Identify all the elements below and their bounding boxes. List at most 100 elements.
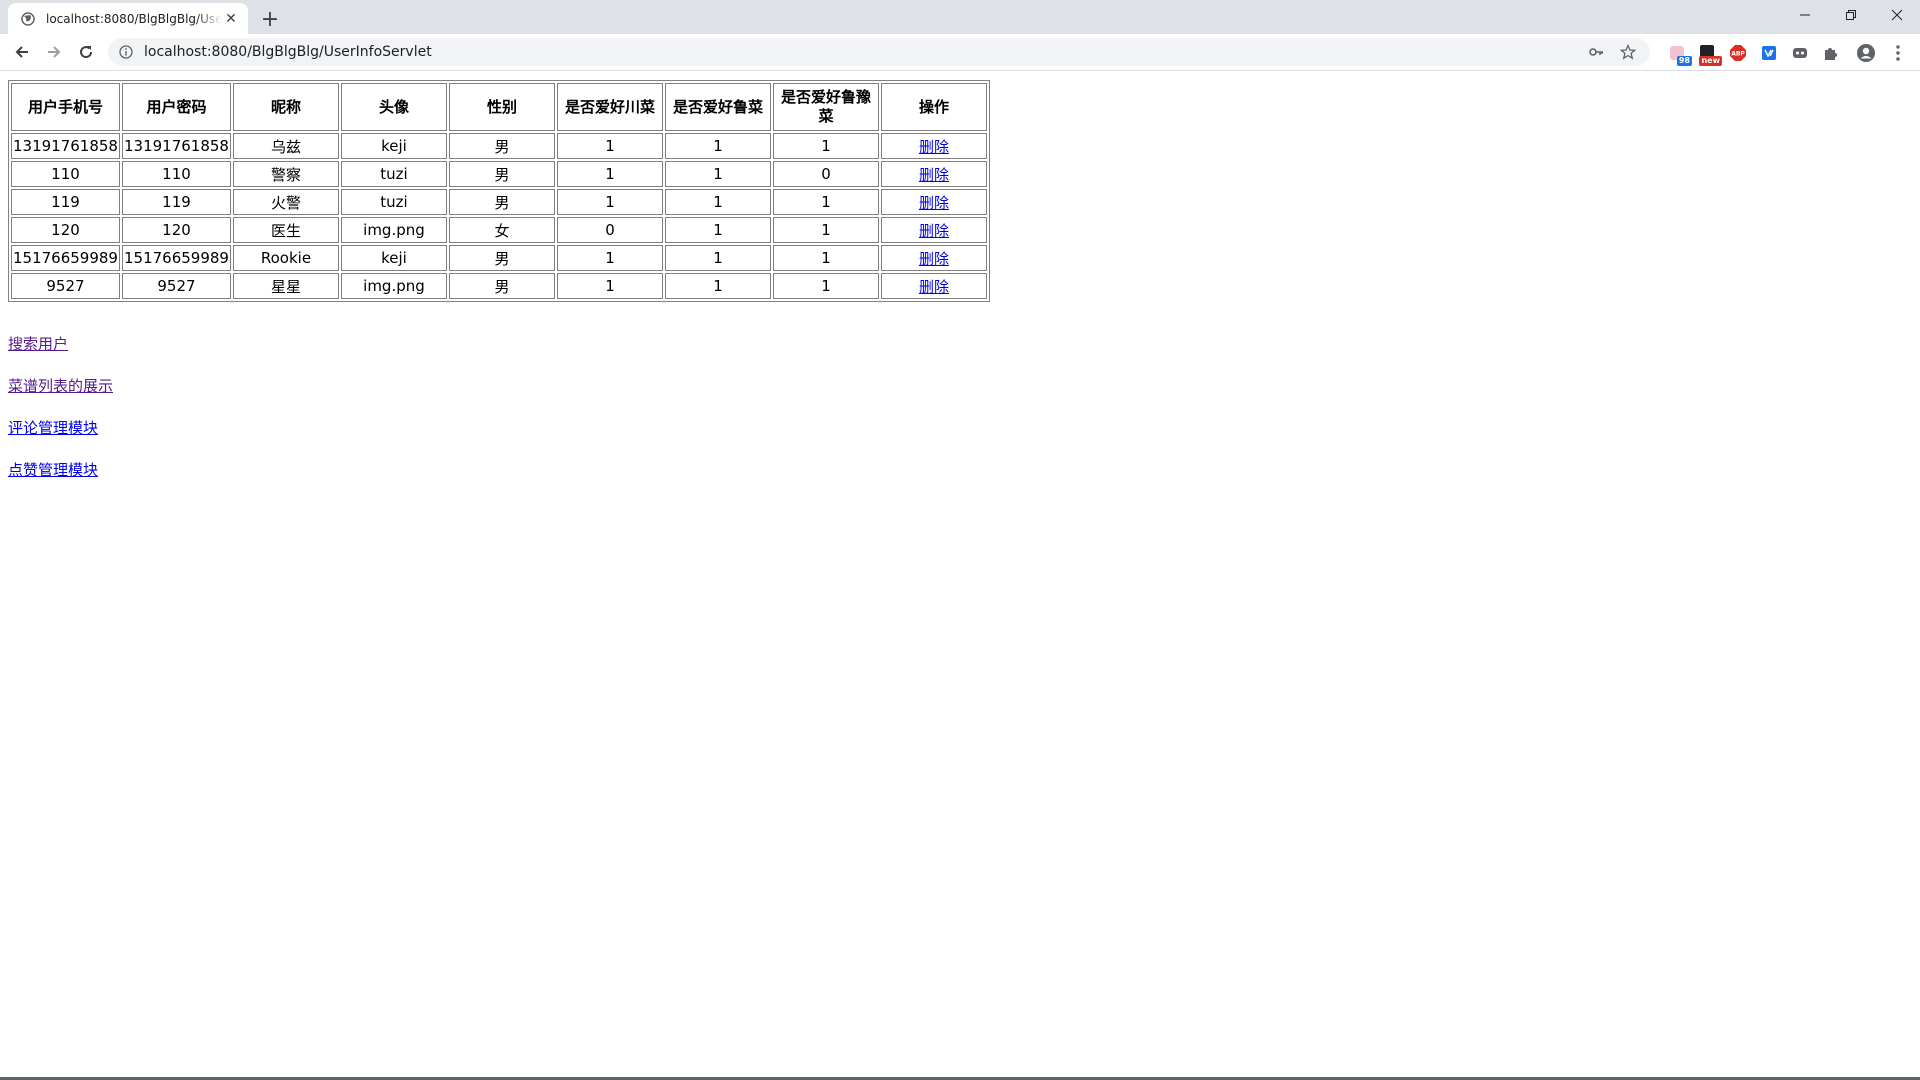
column-header-avatar: 头像	[340, 83, 447, 131]
cell-password: 119	[121, 189, 231, 215]
delete-link[interactable]: 删除	[919, 166, 949, 184]
cell-nickname: 警察	[232, 161, 339, 187]
cell-gender: 男	[448, 273, 555, 299]
search-user-link[interactable]: 搜索用户	[8, 334, 113, 354]
column-header-phone: 用户手机号	[11, 83, 120, 131]
cell-action: 删除	[880, 133, 987, 159]
cell-nickname: 乌兹	[232, 133, 339, 159]
cell-action: 删除	[880, 161, 987, 187]
arrow-right-icon	[48, 46, 61, 58]
cell-lu: 1	[664, 245, 771, 271]
cell-password: 15176659989	[121, 245, 231, 271]
cell-gender: 男	[448, 133, 555, 159]
profile-avatar-icon[interactable]	[1855, 42, 1877, 64]
cell-phone: 13191761858	[11, 133, 120, 159]
close-window-button[interactable]	[1874, 0, 1920, 30]
adblock-plus-icon[interactable]: ABP	[1727, 42, 1749, 64]
cell-lu: 1	[664, 217, 771, 243]
cell-luyu: 1	[772, 245, 879, 271]
restore-button[interactable]	[1828, 0, 1874, 30]
module-links: 搜索用户 菜谱列表的展示 评论管理模块 点赞管理模块	[8, 334, 113, 502]
cell-avatar: img.png	[340, 217, 447, 243]
tab-close-icon[interactable]: ✕	[222, 10, 240, 28]
url-text: localhost:8080/BlgBlgBlg/UserInfoServlet	[144, 44, 432, 60]
cell-lu: 1	[664, 133, 771, 159]
table-row: 13191761858 13191761858 乌兹 keji 男 1 1 1 …	[11, 133, 987, 159]
cell-nickname: 火警	[232, 189, 339, 215]
key-icon[interactable]	[1584, 40, 1608, 64]
cell-phone: 9527	[11, 273, 120, 299]
table-row: 120 120 医生 img.png 女 0 1 1 删除	[11, 217, 987, 243]
column-header-lu: 是否爱好鲁菜	[664, 83, 771, 131]
cell-phone: 110	[11, 161, 120, 187]
cell-password: 120	[121, 217, 231, 243]
cell-lu: 1	[664, 273, 771, 299]
delete-link[interactable]: 删除	[919, 250, 949, 268]
extension-translate-icon[interactable]	[1758, 42, 1780, 64]
info-icon[interactable]	[118, 44, 134, 60]
cell-action: 删除	[880, 217, 987, 243]
cell-avatar: img.png	[340, 273, 447, 299]
cell-password: 13191761858	[121, 133, 231, 159]
forward-button[interactable]	[40, 38, 68, 66]
extension-media-icon[interactable]	[1789, 42, 1811, 64]
extension-new-icon[interactable]: new	[1696, 42, 1722, 66]
cell-luyu: 1	[772, 217, 879, 243]
cell-luyu: 1	[772, 273, 879, 299]
cell-gender: 男	[448, 189, 555, 215]
table-row: 9527 9527 星星 img.png 男 1 1 1 删除	[11, 273, 987, 299]
cell-sichuan: 1	[556, 133, 663, 159]
globe-icon	[20, 11, 36, 27]
back-button[interactable]	[8, 38, 36, 66]
extension-badge: 98	[1676, 56, 1692, 66]
extension-badge: new	[1699, 56, 1722, 66]
tab-strip: localhost:8080/BlgBlgBlg/UserInfoServlet…	[0, 0, 1920, 34]
page-content: 用户手机号 用户密码 昵称 头像 性别 是否爱好川菜 是否爱好鲁菜 是否爱好鲁豫…	[0, 71, 1920, 1077]
cell-password: 9527	[121, 273, 231, 299]
cell-sichuan: 1	[556, 161, 663, 187]
cell-phone: 15176659989	[11, 245, 120, 271]
cell-action: 删除	[880, 189, 987, 215]
delete-link[interactable]: 删除	[919, 138, 949, 156]
address-bar[interactable]: localhost:8080/BlgBlgBlg/UserInfoServlet	[108, 38, 1650, 66]
cell-sichuan: 1	[556, 189, 663, 215]
extensions-puzzle-icon[interactable]	[1820, 42, 1842, 64]
cell-luyu: 1	[772, 133, 879, 159]
reload-button[interactable]	[72, 38, 100, 66]
cell-action: 删除	[880, 273, 987, 299]
column-header-gender: 性别	[448, 83, 555, 131]
cell-luyu: 0	[772, 161, 879, 187]
recipe-list-link[interactable]: 菜谱列表的展示	[8, 376, 113, 396]
delete-link[interactable]: 删除	[919, 194, 949, 212]
table-row: 110 110 警察 tuzi 男 1 1 0 删除	[11, 161, 987, 187]
like-management-link[interactable]: 点赞管理模块	[8, 460, 113, 480]
cell-lu: 1	[664, 189, 771, 215]
cell-action: 删除	[880, 245, 987, 271]
minimize-icon	[1800, 14, 1810, 16]
comment-management-link[interactable]: 评论管理模块	[8, 418, 113, 438]
delete-link[interactable]: 删除	[919, 278, 949, 296]
cell-password: 110	[121, 161, 231, 187]
star-icon[interactable]	[1616, 40, 1640, 64]
arrow-left-icon	[15, 46, 28, 58]
cell-avatar: tuzi	[340, 189, 447, 215]
minimize-button[interactable]	[1782, 0, 1828, 30]
column-header-sichuan: 是否爱好川菜	[556, 83, 663, 131]
close-icon	[1891, 9, 1903, 21]
reload-icon	[80, 46, 93, 59]
cell-avatar: keji	[340, 245, 447, 271]
cell-luyu: 1	[772, 189, 879, 215]
column-header-password: 用户密码	[121, 83, 231, 131]
cell-gender: 女	[448, 217, 555, 243]
menu-kebab-icon[interactable]	[1887, 42, 1909, 64]
extension-98-icon[interactable]: 98	[1666, 42, 1692, 66]
delete-link[interactable]: 删除	[919, 222, 949, 240]
cell-gender: 男	[448, 245, 555, 271]
cell-gender: 男	[448, 161, 555, 187]
browser-tab[interactable]: localhost:8080/BlgBlgBlg/UserInfoServlet…	[8, 3, 248, 34]
column-header-luyu: 是否爱好鲁豫菜	[772, 83, 879, 131]
tab-title: localhost:8080/BlgBlgBlg/UserInfoServlet	[46, 11, 222, 26]
new-tab-button[interactable]: +	[256, 5, 284, 33]
cell-phone: 120	[11, 217, 120, 243]
cell-nickname: 星星	[232, 273, 339, 299]
